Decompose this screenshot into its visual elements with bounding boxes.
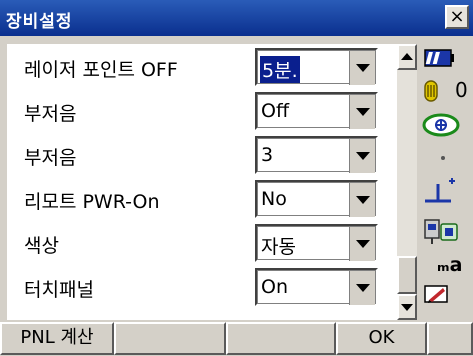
setting-label: 터치패널: [24, 279, 94, 301]
chevron-down-icon[interactable]: [349, 95, 375, 129]
scroll-thumb[interactable]: [397, 256, 417, 294]
setting-label: 색상: [24, 235, 59, 257]
dropdown-value: Off: [261, 100, 290, 122]
memory-icon[interactable]: [423, 80, 439, 102]
chevron-down-icon[interactable]: [349, 227, 375, 261]
setting-row-remote-pwr: 리모트 PWR-On No: [7, 180, 397, 220]
softkey-pnl-calc[interactable]: PNL 계산: [0, 322, 114, 355]
buzzer-level-dropdown[interactable]: 3: [255, 136, 378, 174]
dropdown-value: 5분.: [260, 56, 300, 83]
setting-row-color: 색상 자동: [7, 224, 397, 264]
setting-label: 부저음: [24, 103, 77, 125]
dropdown-value: 자동: [261, 236, 296, 258]
setting-label: 리모트 PWR-On: [24, 191, 160, 213]
setting-label: 부저음: [24, 147, 77, 169]
setting-row-touch-panel: 터치패널 On: [7, 268, 397, 308]
input-mode-icon[interactable]: [423, 284, 451, 306]
softkey-bar: PNL 계산 OK: [0, 320, 473, 356]
target-icon[interactable]: [421, 112, 461, 138]
chevron-down-icon[interactable]: [349, 51, 375, 85]
setting-row-buzzer: 부저음 Off: [7, 92, 397, 132]
chevron-down-icon[interactable]: [349, 139, 375, 173]
setting-row-buzzer-level: 부저음 3: [7, 136, 397, 176]
softkey-5[interactable]: [427, 322, 473, 355]
status-panel: 0 ₘa: [419, 44, 473, 320]
tilt-icon[interactable]: [423, 176, 457, 206]
settings-window: 장비설정 × 레이저 포인트 OFF 5분. 부저음 Off 부저음 3 리모트…: [0, 0, 473, 356]
dot-icon: [441, 156, 445, 160]
buzzer-dropdown[interactable]: Off: [255, 92, 378, 130]
dropdown-value: No: [261, 188, 287, 210]
chevron-down-icon[interactable]: [349, 271, 375, 305]
dropdown-value: On: [261, 276, 288, 298]
softkey-3[interactable]: [226, 322, 336, 355]
remote-pwr-dropdown[interactable]: No: [255, 180, 378, 218]
battery-icon[interactable]: [423, 48, 455, 68]
instrument-icon[interactable]: [421, 216, 461, 246]
settings-list: 레이저 포인트 OFF 5분. 부저음 Off 부저음 3 리모트 PWR-On…: [7, 44, 397, 320]
counter-value: 0: [455, 78, 468, 102]
title-bar: 장비설정 ×: [0, 0, 473, 36]
setting-row-laser-off: 레이저 포인트 OFF 5분.: [7, 48, 397, 88]
scroll-up-button[interactable]: [397, 44, 417, 70]
vertical-scrollbar[interactable]: [397, 44, 417, 320]
unit-icon[interactable]: ₘa: [437, 254, 462, 276]
close-button[interactable]: ×: [445, 5, 469, 29]
window-title: 장비설정: [6, 12, 73, 32]
dropdown-value: 3: [261, 144, 274, 166]
setting-label: 레이저 포인트 OFF: [24, 59, 178, 81]
scroll-down-button[interactable]: [397, 294, 417, 320]
touch-panel-dropdown[interactable]: On: [255, 268, 378, 306]
color-dropdown[interactable]: 자동: [255, 224, 378, 262]
ok-button[interactable]: OK: [336, 322, 427, 355]
laser-off-dropdown[interactable]: 5분.: [255, 48, 378, 86]
chevron-down-icon[interactable]: [349, 183, 375, 217]
softkey-2[interactable]: [114, 322, 226, 355]
